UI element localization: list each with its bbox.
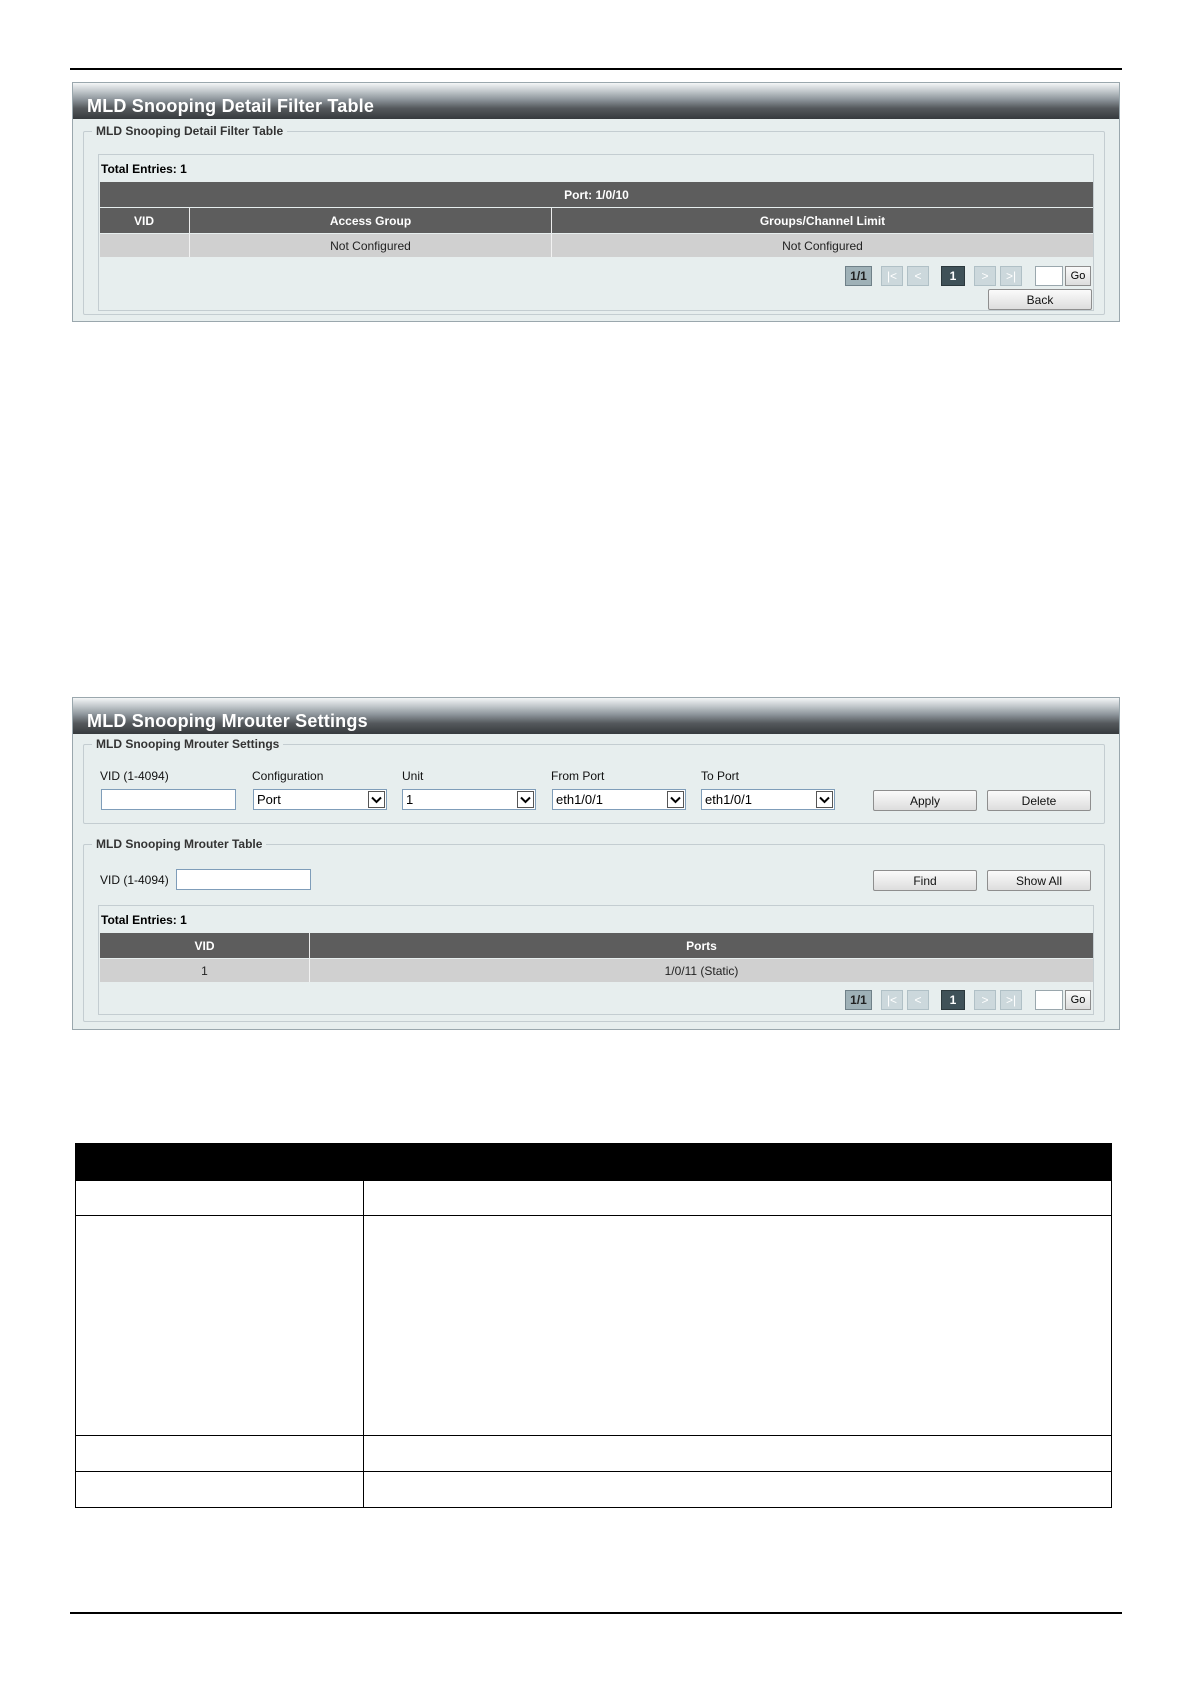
find-button[interactable]: Find — [873, 870, 977, 891]
mrouter-table-legend: MLD Snooping Mrouter Table — [92, 837, 267, 851]
unit-select-value: 1 — [406, 792, 414, 807]
mrouter-inner-box: Total Entries: 1 VID Ports 1 1/0/11 (Sta… — [98, 905, 1094, 1015]
current-page-button[interactable]: 1 — [941, 266, 965, 286]
table-row: Not Configured Not Configured — [100, 234, 1093, 257]
delete-button[interactable]: Delete — [987, 790, 1091, 811]
table-row: 1 1/0/11 (Static) — [100, 959, 1093, 982]
table-row — [75, 1471, 1113, 1508]
last-page-button[interactable]: >| — [1000, 266, 1022, 286]
next-page-button[interactable]: > — [974, 990, 996, 1010]
vid-input[interactable] — [101, 789, 236, 810]
page-number-input[interactable] — [1035, 990, 1063, 1010]
mrouter-column-header-row: VID Ports — [100, 933, 1093, 958]
cell-vid — [100, 234, 188, 257]
cell-ports: 1/0/11 (Static) — [664, 963, 739, 978]
to-port-select[interactable]: eth1/0/1 — [701, 789, 835, 810]
mrouter-settings-fieldset: MLD Snooping Mrouter Settings VID (1-409… — [83, 737, 1105, 824]
last-page-button[interactable]: >| — [1000, 990, 1022, 1010]
column-header-groups-channel-limit: Groups/Channel Limit — [759, 213, 886, 228]
to-port-select-value: eth1/0/1 — [705, 792, 752, 807]
filter-port-header-text: Port: 1/0/10 — [564, 187, 629, 202]
configuration-select[interactable]: Port — [253, 789, 387, 810]
chevron-down-icon — [816, 791, 833, 808]
filter-panel-title: MLD Snooping Detail Filter Table — [73, 83, 1119, 119]
to-port-label: To Port — [701, 769, 740, 783]
search-vid-input[interactable] — [176, 869, 311, 890]
filter-column-header-row: VID Access Group Groups/Channel Limit — [100, 208, 1093, 233]
from-port-select[interactable]: eth1/0/1 — [552, 789, 686, 810]
filter-fieldset: MLD Snooping Detail Filter Table Total E… — [83, 124, 1105, 315]
unit-select[interactable]: 1 — [402, 789, 536, 810]
search-vid-label: VID (1-4094) — [100, 873, 169, 887]
page-info: 1/1 — [845, 990, 872, 1010]
unit-label: Unit — [402, 769, 424, 783]
parameter-description-table — [75, 1143, 1113, 1508]
page-number-input[interactable] — [1035, 266, 1063, 286]
column-header-vid: VID — [194, 938, 215, 953]
back-button[interactable]: Back — [988, 289, 1092, 310]
from-port-select-value: eth1/0/1 — [556, 792, 603, 807]
filter-inner-box: Total Entries: 1 Port: 1/0/10 VID Access… — [98, 154, 1094, 311]
filter-pager: 1/1 |< < 1 > >| Go — [845, 266, 1093, 286]
cell-groups-channel-limit: Not Configured — [782, 238, 863, 253]
column-header-access-group: Access Group — [329, 213, 412, 228]
go-button[interactable]: Go — [1065, 266, 1091, 286]
filter-total-entries: Total Entries: 1 — [101, 162, 187, 176]
next-page-button[interactable]: > — [974, 266, 996, 286]
chevron-down-icon — [517, 791, 534, 808]
configuration-label: Configuration — [252, 769, 324, 783]
filter-legend: MLD Snooping Detail Filter Table — [92, 124, 288, 138]
first-page-button[interactable]: |< — [881, 266, 903, 286]
page-info: 1/1 — [845, 266, 872, 286]
mrouter-panel-title: MLD Snooping Mrouter Settings — [73, 698, 1119, 734]
page-top-rule — [70, 68, 1122, 70]
go-button[interactable]: Go — [1065, 990, 1091, 1010]
mrouter-settings-legend: MLD Snooping Mrouter Settings — [92, 737, 284, 751]
configuration-select-value: Port — [257, 792, 281, 807]
filter-table-panel: MLD Snooping Detail Filter Table MLD Sno… — [72, 82, 1120, 322]
mrouter-pager: 1/1 |< < 1 > >| Go — [845, 990, 1093, 1010]
table-row — [75, 1180, 1113, 1216]
parameter-table-header — [75, 1143, 1113, 1181]
filter-port-header: Port: 1/0/10 — [100, 182, 1093, 207]
table-row — [75, 1435, 1113, 1472]
prev-page-button[interactable]: < — [907, 266, 929, 286]
mrouter-settings-panel: MLD Snooping Mrouter Settings MLD Snoopi… — [72, 697, 1120, 1030]
chevron-down-icon — [368, 791, 385, 808]
show-all-button[interactable]: Show All — [987, 870, 1091, 891]
apply-button[interactable]: Apply — [873, 790, 977, 811]
from-port-label: From Port — [551, 769, 605, 783]
cell-access-group: Not Configured — [330, 238, 411, 253]
cell-vid: 1 — [201, 963, 208, 978]
prev-page-button[interactable]: < — [907, 990, 929, 1010]
chevron-down-icon — [667, 791, 684, 808]
mrouter-table-fieldset: MLD Snooping Mrouter Table VID (1-4094) … — [83, 837, 1105, 1022]
page-bottom-rule — [70, 1612, 1122, 1614]
current-page-button[interactable]: 1 — [941, 990, 965, 1010]
column-header-ports: Ports — [686, 938, 717, 953]
vid-label: VID (1-4094) — [100, 769, 169, 783]
mrouter-total-entries: Total Entries: 1 — [101, 913, 187, 927]
first-page-button[interactable]: |< — [881, 990, 903, 1010]
table-row — [75, 1215, 1113, 1436]
column-header-vid: VID — [133, 213, 154, 228]
